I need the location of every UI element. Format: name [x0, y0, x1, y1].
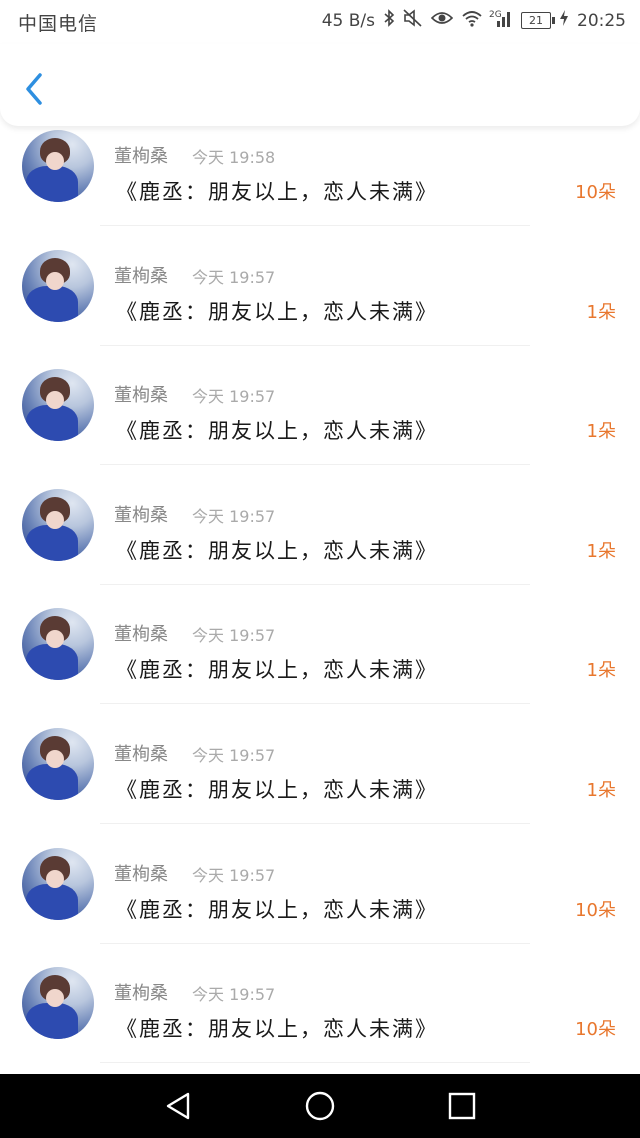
- sender-name: 董栒桑: [114, 146, 168, 167]
- signal-icon: 2G: [489, 9, 513, 32]
- bluetooth-icon: [383, 9, 395, 32]
- mute-icon: [403, 9, 423, 32]
- send-time: 今天 19:57: [192, 865, 276, 885]
- chevron-left-icon: [26, 73, 42, 105]
- send-time: 今天 19:57: [192, 506, 276, 526]
- carrier-label: 中国电信: [18, 13, 99, 35]
- list-item[interactable]: 董栒桑 今天 19:57 《鹿丞：朋友以上，恋人未满》 1朵: [0, 550, 640, 705]
- avatar[interactable]: [22, 967, 94, 1040]
- recents-square-icon: [448, 1092, 476, 1120]
- system-nav-bar: [0, 1074, 640, 1138]
- sender-name: 董栒桑: [114, 863, 168, 885]
- list-item[interactable]: 董栒桑 今天 19:57 《鹿丞：朋友以上，恋人未满》 1朵: [0, 670, 640, 824]
- list-item[interactable]: 董栒桑 今天 19:57 《鹿丞：朋友以上，恋人未满》 10朵: [0, 790, 640, 944]
- sender-name: 董栒桑: [114, 624, 168, 646]
- back-button[interactable]: [22, 72, 50, 106]
- send-time: 今天 19:57: [192, 387, 276, 407]
- list-item[interactable]: 董栒桑 今天 19:57 《鹿丞：朋友以上，恋人未满》 1朵: [0, 311, 640, 466]
- send-time: 今天 19:58: [192, 148, 276, 167]
- network-type: 2G: [489, 10, 502, 20]
- sender-name: 董栒桑: [114, 983, 168, 1005]
- sender-name: 董栒桑: [114, 385, 168, 407]
- gift-record-list: 董栒桑 今天 19:58 《鹿丞：朋友以上，恋人未满》 10朵 董栒桑 今天 19:57 《…: [0, 126, 640, 1074]
- charging-icon: [559, 9, 569, 32]
- status-bar: 中国电信 45 B/s 2G 21 20:25: [0, 0, 640, 44]
- list-item[interactable]: 董栒桑 今天 19:57 《鹿丞：朋友以上，恋人未满》 1朵: [0, 192, 640, 346]
- list-item[interactable]: 董栒桑 今天 19:57 《鹿丞：朋友以上，恋人未满》 1朵: [0, 431, 640, 585]
- row-divider: [100, 1062, 530, 1064]
- nav-recents-button[interactable]: [446, 1090, 478, 1122]
- nav-back-button[interactable]: [162, 1090, 194, 1122]
- back-triangle-icon: [166, 1092, 190, 1120]
- flower-amount: 10朵: [575, 1019, 616, 1041]
- status-icons: 45 B/s 2G 21 20:25: [322, 9, 626, 32]
- send-time: 今天 19:57: [192, 267, 276, 287]
- send-time: 今天 19:57: [192, 626, 276, 646]
- sender-name: 董栒桑: [114, 504, 168, 526]
- clock: 20:25: [577, 10, 626, 31]
- top-header: [0, 44, 640, 126]
- wifi-icon: [461, 9, 483, 32]
- sender-name: 董栒桑: [114, 265, 168, 287]
- send-time: 今天 19:57: [192, 746, 276, 765]
- nav-home-button[interactable]: [304, 1090, 336, 1122]
- home-circle-icon: [305, 1091, 335, 1121]
- send-time: 今天 19:57: [192, 985, 276, 1005]
- sender-name: 董栒桑: [114, 744, 168, 765]
- network-speed: 45 B/s: [321, 10, 375, 31]
- eye-icon: [430, 10, 454, 31]
- battery-icon: 21: [521, 12, 555, 29]
- list-item[interactable]: 董栒桑 今天 19:58 《鹿丞：朋友以上，恋人未满》 10朵: [0, 126, 640, 226]
- list-item[interactable]: 董栒桑 今天 19:57 《鹿丞：朋友以上，恋人未满》 10朵: [0, 909, 640, 1064]
- book-title: 《鹿丞：朋友以上，恋人未满》: [116, 1017, 438, 1042]
